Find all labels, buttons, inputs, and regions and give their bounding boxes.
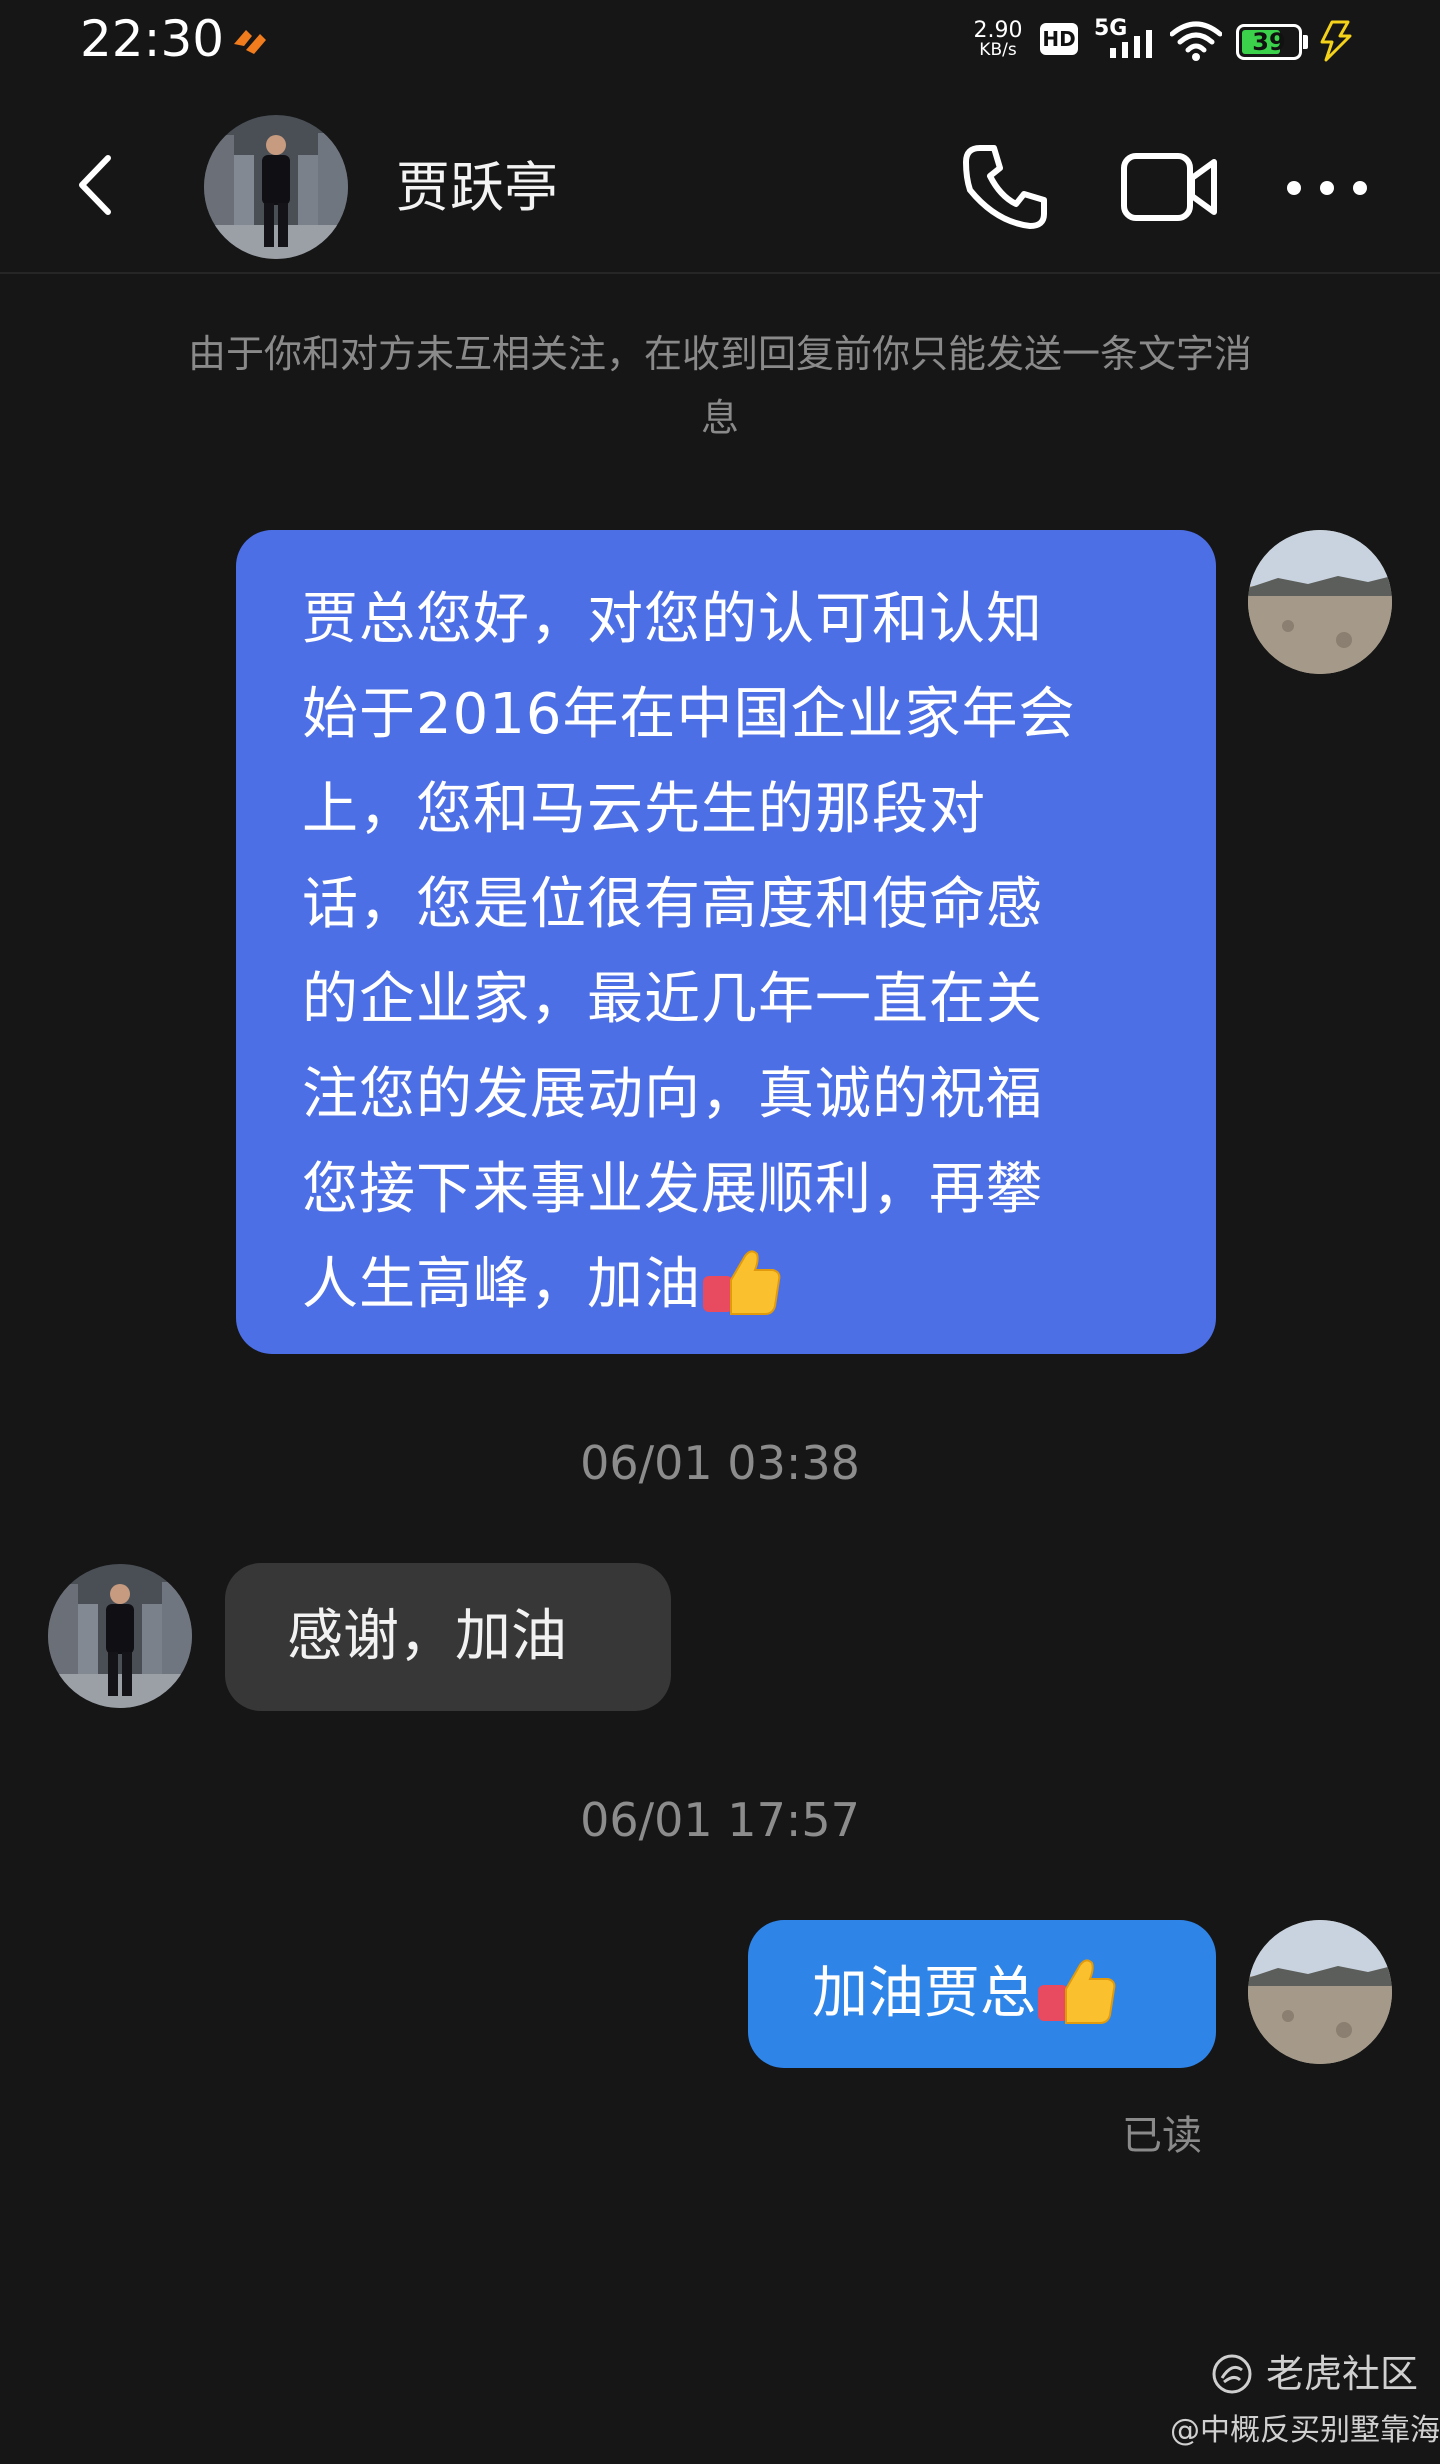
app-notification-icon [234, 30, 266, 54]
message-line: 话，您是位很有高度和使命感 [302, 872, 1043, 937]
contact-avatar[interactable] [204, 115, 348, 259]
watermark-app-name: 老虎社区 [1266, 2352, 1419, 2396]
my-message-bubble[interactable]: 加油贾总 [748, 1920, 1216, 2068]
phone-icon[interactable] [960, 142, 1050, 232]
message-text: 感谢，加油 [287, 1604, 567, 1669]
hd-icon: HD [1040, 23, 1078, 55]
tiger-logo-icon [1212, 2354, 1252, 2394]
my-avatar[interactable] [1248, 1920, 1392, 2064]
contact-message-bubble[interactable]: 感谢，加油 [225, 1563, 671, 1711]
network-speed: 2.90 KB/s [973, 18, 1023, 60]
network-type: 5G [1094, 16, 1128, 41]
message-timestamp: 06/01 03:38 [580, 1436, 860, 1490]
wifi-icon [1170, 21, 1222, 61]
video-call-icon[interactable] [1120, 148, 1220, 228]
signal-icon: 5G [1094, 16, 1156, 62]
follow-notice: 由于你和对方未互相关注，在收到回复前你只能发送一条文字消息 [187, 332, 1252, 440]
message-line: 贾总您好，对您的认可和认知 [302, 587, 1043, 652]
status-time: 22:30 [80, 10, 225, 68]
my-message-bubble[interactable]: 贾总您好，对您的认可和认知 始于2016年在中国企业家年会 上，您和马云先生的那… [236, 530, 1216, 1354]
more-icon[interactable] [1284, 168, 1370, 208]
message-text: 加油贾总 [812, 1961, 1036, 2026]
battery-icon: 39 [1236, 24, 1302, 60]
message-line: 始于2016年在中国企业家年会 [302, 682, 1076, 747]
my-avatar[interactable] [1248, 530, 1392, 674]
message-line-last: 人生高峰，加油 [302, 1237, 1166, 1332]
message-timestamp: 06/01 17:57 [580, 1793, 860, 1847]
message-line: 您接下来事业发展顺利，再攀 [302, 1157, 1043, 1222]
battery-level: 39 [1252, 28, 1286, 56]
battery-cap [1303, 35, 1308, 49]
message-line: 注您的发展动向，真诚的祝福 [302, 1062, 1043, 1127]
contact-avatar[interactable] [48, 1564, 192, 1708]
thumbs-up-icon [703, 1250, 781, 1315]
charging-icon [1320, 20, 1352, 62]
header-divider [0, 272, 1440, 274]
contact-name[interactable]: 贾跃亭 [396, 156, 558, 220]
read-receipt: 已读 [1122, 2113, 1202, 2159]
back-icon[interactable] [70, 150, 120, 220]
thumbs-up-icon [1038, 1959, 1116, 2024]
message-line: 人生高峰，加油 [302, 1252, 701, 1317]
watermark-user: @中概反买别墅靠海 [1170, 2413, 1440, 2448]
message-line: 的企业家，最近几年一直在关 [302, 967, 1043, 1032]
message-line: 上，您和马云先生的那段对 [302, 777, 986, 842]
